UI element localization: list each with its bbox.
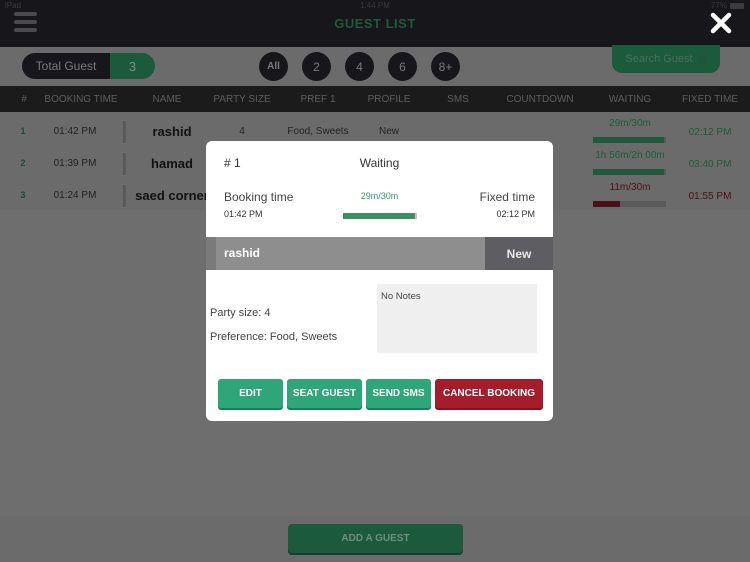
waiting-text: 1h 56m/2h 00m	[595, 150, 665, 161]
filter-4[interactable]: 4	[345, 52, 374, 81]
column-header-waiting: WAITING	[608, 94, 652, 105]
guest-list-app: iPad 1:44 PM 77% GUEST LIST Total Guest …	[0, 0, 750, 562]
total-guest-badge: Total Guest 3	[22, 53, 155, 79]
battery-status: 77%	[711, 1, 744, 10]
profile: New	[378, 126, 400, 137]
guest-name: hamad	[151, 156, 193, 171]
row-divider	[123, 185, 126, 207]
guest-name-band: rashid New	[206, 237, 553, 270]
waiting-progress-fill	[593, 169, 664, 175]
seat-guest-button[interactable]: SEAT GUEST	[287, 379, 362, 408]
search-guest-button[interactable]: Search Guest	[612, 45, 720, 73]
filter-8-plus[interactable]: 8+	[431, 52, 460, 81]
guest-name: rashid	[224, 246, 261, 260]
fixed-time: 03:40 PM	[688, 159, 732, 170]
add-guest-button[interactable]: ADD A GUEST	[288, 524, 463, 553]
filter-all[interactable]: All	[259, 52, 288, 81]
party-size: 4	[239, 126, 245, 137]
booking-time: 01:24 PM	[53, 190, 97, 201]
profile-badge: New	[485, 237, 553, 270]
waiting-progress-fill	[593, 201, 620, 207]
guest-name: saed corner	[135, 188, 209, 203]
total-guest-label: Total Guest	[22, 53, 110, 79]
waiting-progress-bar	[593, 201, 666, 207]
fixed-time-label: Fixed time	[479, 190, 535, 204]
waiting-progress-fill	[343, 213, 415, 219]
column-header-party-size: PARTY SIZE	[213, 94, 271, 105]
notes-box: No Notes	[377, 284, 537, 353]
name-band-edge	[206, 237, 216, 270]
battery-icon	[730, 2, 744, 9]
fixed-time-value: 02:12 PM	[496, 209, 535, 219]
row-number: 3	[20, 190, 26, 200]
table-header: # BOOKING TIME NAME PARTY SIZE PREF 1 PR…	[0, 86, 750, 112]
column-header-sms: SMS	[447, 94, 469, 105]
column-header-pref: PREF 1	[300, 94, 336, 105]
waiting-text: 11m/30m	[609, 182, 651, 193]
status-bar: iPad 1:44 PM 77%	[0, 0, 750, 12]
search-guest-label: Search Guest	[625, 53, 693, 65]
battery-percent: 77%	[710, 1, 727, 10]
row-divider	[123, 153, 126, 175]
guest-detail-modal: # 1 Waiting Booking time 01:42 PM 29m/30…	[206, 141, 553, 421]
waiting-progress-bar	[593, 169, 666, 175]
total-guest-count: 3	[110, 53, 155, 79]
waiting-progress-bar	[343, 213, 417, 219]
party-size-filters: All 2 4 6 8+	[259, 52, 460, 81]
row-number: 2	[20, 158, 26, 168]
waiting-progress-fill	[593, 137, 664, 143]
column-header-number: #	[21, 94, 27, 105]
column-header-fixed-time: FIXED TIME	[682, 94, 738, 105]
waiting-progress-bar	[593, 137, 666, 143]
preference: Food, Sweets	[287, 126, 349, 137]
search-icon	[698, 55, 707, 63]
filter-6[interactable]: 6	[388, 52, 417, 81]
booking-time: 01:42 PM	[53, 126, 97, 137]
booking-time-value: 01:42 PM	[224, 209, 263, 219]
waiting-text: 29m/30m	[609, 118, 651, 129]
column-header-booking-time: BOOKING TIME	[44, 94, 118, 105]
filter-bar: Total Guest 3 All 2 4 6 8+ Search Guest	[0, 45, 750, 86]
modal-actions: EDIT SEAT GUEST SEND SMS CANCEL BOOKING	[218, 379, 543, 408]
preference-info: Preference: Food, Sweets	[210, 331, 338, 343]
party-size-info: Party size: 4	[210, 307, 271, 319]
column-header-name: NAME	[152, 94, 182, 105]
edit-button[interactable]: EDIT	[218, 379, 283, 408]
clock: 1:44 PM	[360, 1, 390, 10]
row-divider	[123, 121, 126, 143]
bottom-bar: ADD A GUEST	[0, 516, 750, 562]
booking-status: Waiting	[359, 156, 400, 170]
fixed-time: 01:55 PM	[688, 191, 732, 202]
send-sms-button[interactable]: SEND SMS	[366, 379, 431, 408]
guest-name: rashid	[152, 124, 192, 139]
fixed-time: 02:12 PM	[688, 127, 732, 138]
filter-2[interactable]: 2	[302, 52, 331, 81]
close-icon[interactable]	[710, 12, 732, 34]
cancel-booking-button[interactable]: CANCEL BOOKING	[435, 379, 543, 408]
row-number: 1	[20, 126, 26, 136]
column-header-profile: PROFILE	[367, 94, 411, 105]
top-navigation-bar: iPad 1:44 PM 77% GUEST LIST	[0, 0, 750, 47]
page-title: GUEST LIST	[334, 16, 416, 31]
booking-time: 01:39 PM	[53, 158, 97, 169]
column-header-countdown: COUNTDOWN	[506, 94, 574, 105]
